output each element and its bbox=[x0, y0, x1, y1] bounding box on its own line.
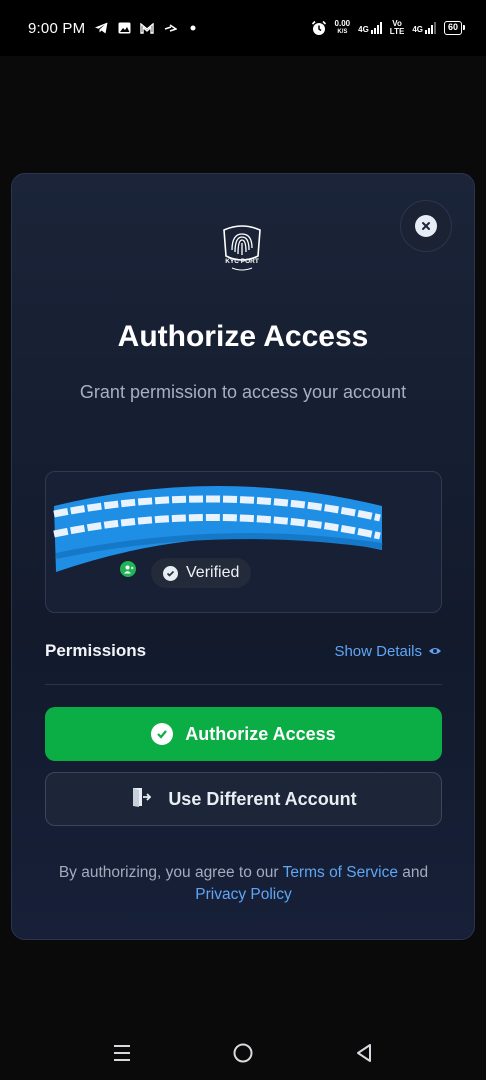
check-icon bbox=[163, 565, 178, 581]
avatar-badge bbox=[118, 559, 138, 579]
volte-label: Vo LTE bbox=[389, 19, 405, 36]
privacy-policy-link[interactable]: Privacy Policy bbox=[195, 886, 291, 903]
authorize-button-label: Authorize Access bbox=[185, 723, 336, 744]
check-circle-icon bbox=[151, 723, 174, 745]
terms-of-service-link[interactable]: Terms of Service bbox=[283, 864, 398, 881]
door-exit-icon bbox=[130, 786, 152, 813]
logo-text: KYC PORT bbox=[225, 258, 259, 265]
alarm-icon bbox=[311, 20, 327, 36]
navigation-bar bbox=[0, 1025, 486, 1080]
show-details-label: Show Details bbox=[334, 642, 422, 660]
use-different-account-button[interactable]: Use Different Account bbox=[45, 772, 442, 826]
net-speed: 0.00 K/S bbox=[334, 19, 351, 36]
close-icon bbox=[415, 215, 437, 237]
telegram-icon bbox=[94, 21, 108, 35]
home-icon[interactable] bbox=[231, 1041, 255, 1065]
legal-text: By authorizing, you agree to our Terms o… bbox=[58, 864, 429, 903]
use-different-account-label: Use Different Account bbox=[168, 788, 357, 809]
verified-badge: Verified bbox=[151, 558, 252, 588]
signal-icon: 4G bbox=[358, 22, 382, 34]
permissions-label: Permissions bbox=[45, 641, 147, 660]
status-time: 9:00 PM bbox=[28, 19, 86, 37]
authorize-button[interactable]: Authorize Access bbox=[45, 707, 442, 761]
eye-icon bbox=[428, 643, 442, 660]
gallery-icon bbox=[117, 21, 131, 35]
battery-icon: 60 bbox=[443, 21, 466, 35]
kyc-port-logo: KYC PORT bbox=[220, 222, 264, 274]
account-card: Verified bbox=[45, 471, 442, 613]
divider bbox=[45, 684, 442, 685]
signal-icon-2: 4G bbox=[412, 22, 436, 34]
airtel-icon bbox=[163, 21, 177, 35]
dot-icon bbox=[186, 21, 200, 35]
back-icon[interactable] bbox=[352, 1041, 376, 1065]
authorize-modal: KYC PORT Authorize Access Grant permissi… bbox=[11, 173, 475, 940]
permissions-row: Permissions Show Details bbox=[45, 636, 442, 666]
page-subtitle: Grant permission to access your account bbox=[79, 382, 407, 402]
gmail-icon bbox=[140, 21, 154, 35]
status-bar: 9:00 PM 0.00 K/S 4G Vo LTE 4G 60 bbox=[0, 0, 486, 56]
verified-label: Verified bbox=[186, 564, 240, 581]
close-button[interactable] bbox=[400, 200, 452, 252]
show-details-link[interactable]: Show Details bbox=[334, 643, 442, 660]
page-title: Authorize Access bbox=[117, 320, 369, 353]
menu-icon[interactable] bbox=[110, 1041, 134, 1065]
